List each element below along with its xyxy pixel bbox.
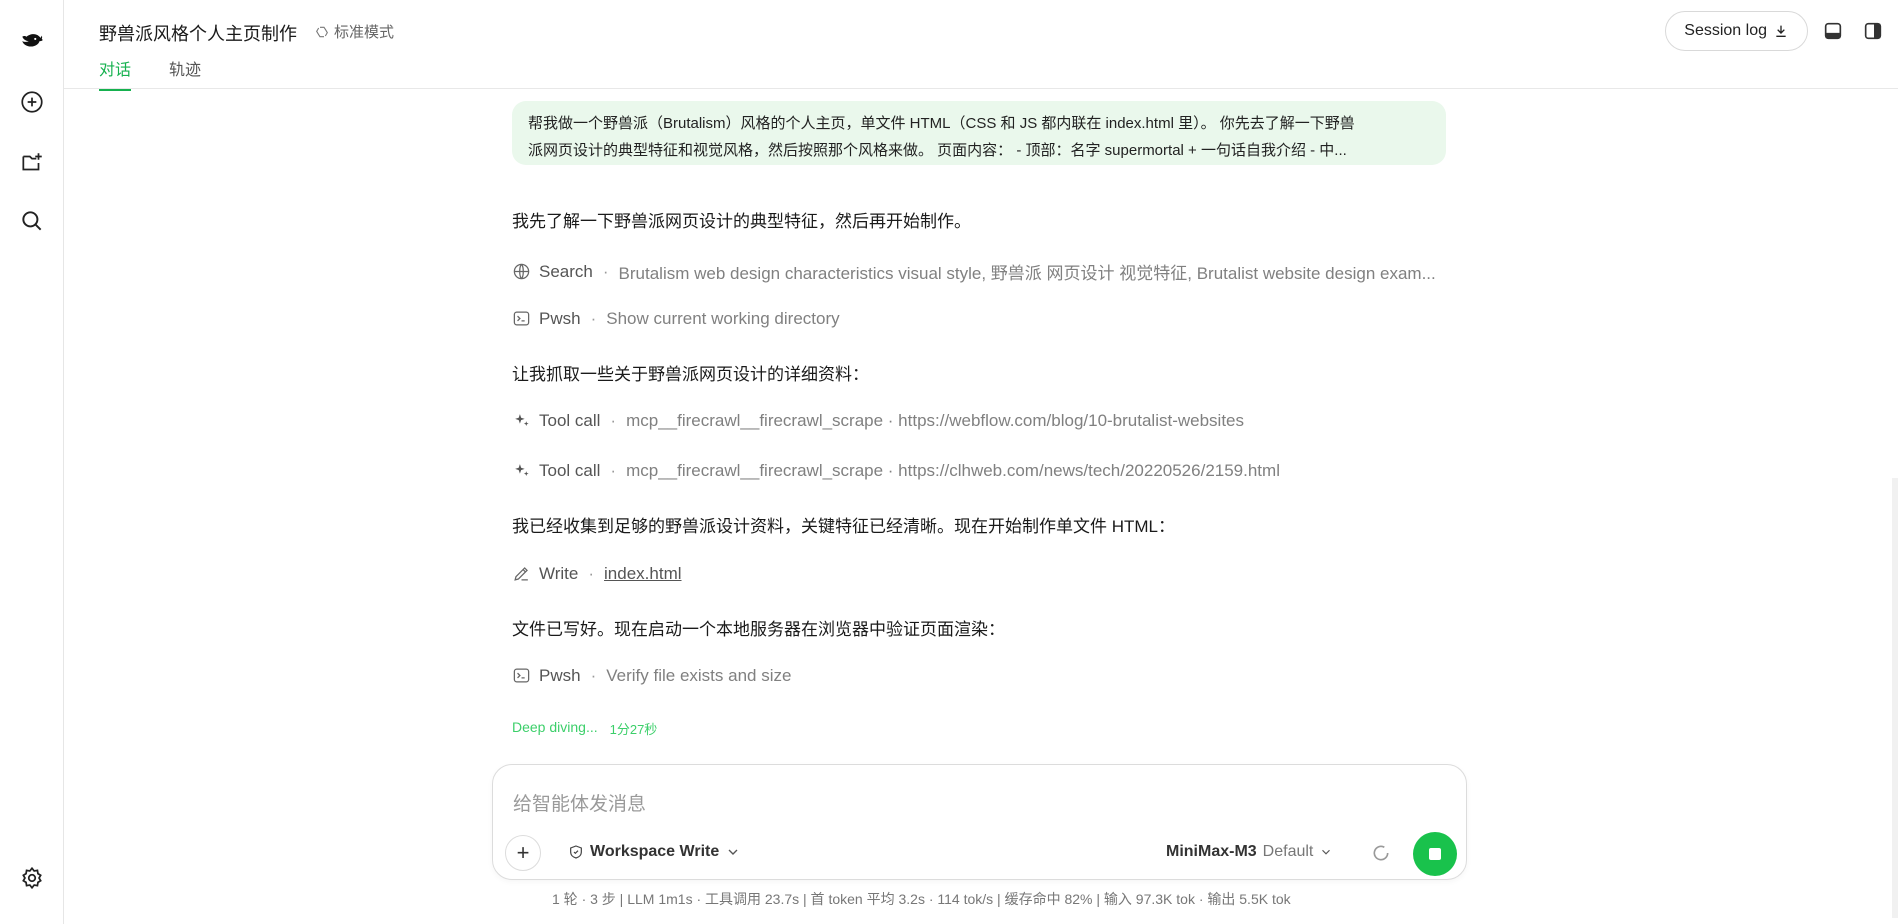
- left-rail: [0, 0, 64, 924]
- step-desc: Brutalism web design characteristics vis…: [618, 264, 1436, 283]
- user-message-bubble: 帮我做一个野兽派（Brutalism）风格的个人主页，单文件 HTML（CSS …: [512, 101, 1446, 165]
- step-pwsh[interactable]: Pwsh · Verify file exists and size: [512, 666, 791, 686]
- step-name: Pwsh: [539, 309, 581, 328]
- model-variant: Default: [1262, 843, 1314, 860]
- assistant-message: 我已经收集到足够的野兽派设计资料，关键特征已经清晰。现在开始制作单文件 HTML…: [512, 517, 1175, 536]
- step-desc: mcp__firecrawl__firecrawl_scrape · https…: [626, 461, 1280, 480]
- recycle-icon: [314, 24, 330, 40]
- step-pwsh[interactable]: Pwsh · Show current working directory: [512, 309, 840, 329]
- terminal-icon: [512, 309, 532, 329]
- assistant-message: 让我抓取一些关于野兽派网页设计的详细资料：: [512, 365, 869, 384]
- scrollbar[interactable]: [1892, 478, 1898, 918]
- status-indicator: Deep diving... 1分27秒: [512, 719, 657, 738]
- step-write[interactable]: Write · index.html: [512, 564, 682, 584]
- usage-stats: 1 轮 · 3 步 | LLM 1m1s · 工具调用 23.7s | 首 to…: [552, 891, 1291, 907]
- step-desc: mcp__firecrawl__firecrawl_scrape · https…: [626, 411, 1245, 430]
- step-tool-call[interactable]: Tool call · mcp__firecrawl__firecrawl_sc…: [512, 411, 1244, 431]
- step-desc: Show current working directory: [606, 309, 840, 328]
- chevron-down-icon: [725, 844, 741, 860]
- status-time: 1分27秒: [609, 722, 658, 737]
- new-chat-icon[interactable]: [14, 84, 50, 120]
- sparkle-icon: [512, 411, 532, 431]
- step-search[interactable]: Search · Brutalism web design characteri…: [512, 259, 1436, 284]
- session-log-label: Session log: [1684, 22, 1767, 39]
- step-name: Search: [539, 261, 593, 281]
- stop-button[interactable]: [1413, 832, 1457, 876]
- side-panel-icon[interactable]: [1862, 20, 1886, 44]
- add-attachment-button[interactable]: +: [505, 835, 541, 871]
- user-message-line: 帮我做一个野兽派（Brutalism）风格的个人主页，单文件 HTML（CSS …: [528, 115, 1355, 132]
- mode-indicator[interactable]: 标准模式: [314, 21, 394, 42]
- sparkle-icon: [512, 461, 532, 481]
- message-input[interactable]: 给智能体发消息: [513, 789, 646, 816]
- workspace-label: Workspace Write: [590, 843, 720, 860]
- shield-icon: [568, 844, 584, 860]
- step-tool-call[interactable]: Tool call · mcp__firecrawl__firecrawl_sc…: [512, 461, 1280, 481]
- search-icon[interactable]: [14, 203, 50, 239]
- globe-icon: [512, 262, 532, 282]
- user-message-line: 派网页设计的典型特征和视觉风格，然后按照那个风格来做。 页面内容： - 顶部：名…: [528, 142, 1347, 159]
- pencil-icon: [512, 564, 532, 584]
- step-desc: Verify file exists and size: [606, 666, 792, 685]
- assistant-message: 我先了解一下野兽派网页设计的典型特征，然后再开始制作。: [512, 212, 971, 231]
- loading-spinner-icon: [1371, 843, 1391, 863]
- settings-icon[interactable]: [14, 860, 50, 896]
- plus-icon: +: [516, 840, 530, 865]
- tab-trace[interactable]: 轨迹: [169, 56, 201, 91]
- new-folder-icon[interactable]: [14, 145, 50, 181]
- terminal-icon: [512, 666, 532, 686]
- status-text: Deep diving...: [512, 719, 598, 735]
- model-selector[interactable]: MiniMax-M3 Default: [1166, 843, 1333, 861]
- bottom-panel-icon[interactable]: [1822, 20, 1846, 44]
- step-name: Write: [539, 564, 579, 583]
- step-name: Pwsh: [539, 666, 581, 685]
- tab-bar: 对话 轨迹: [99, 56, 201, 91]
- workspace-permission-dropdown[interactable]: Workspace Write: [568, 843, 741, 861]
- step-name: Tool call: [539, 411, 601, 430]
- download-icon: [1773, 23, 1789, 39]
- chevron-down-icon: [1319, 845, 1333, 859]
- whale-logo-icon[interactable]: [14, 22, 50, 58]
- message-composer: 给智能体发消息 + Workspace Write MiniMax-M3 Def…: [492, 764, 1467, 880]
- file-link[interactable]: index.html: [604, 564, 681, 584]
- assistant-message: 文件已写好。现在启动一个本地服务器在浏览器中验证页面渲染：: [512, 620, 1005, 639]
- page-title: 野兽派风格个人主页制作: [99, 24, 297, 44]
- session-log-button[interactable]: Session log: [1665, 11, 1808, 51]
- stop-icon: [1429, 848, 1441, 860]
- model-name: MiniMax-M3: [1166, 843, 1257, 860]
- header: 野兽派风格个人主页制作 标准模式 对话 轨迹 Session log: [64, 0, 1898, 91]
- mode-label: 标准模式: [334, 24, 395, 41]
- tab-conversation[interactable]: 对话: [99, 56, 132, 91]
- step-name: Tool call: [539, 461, 601, 480]
